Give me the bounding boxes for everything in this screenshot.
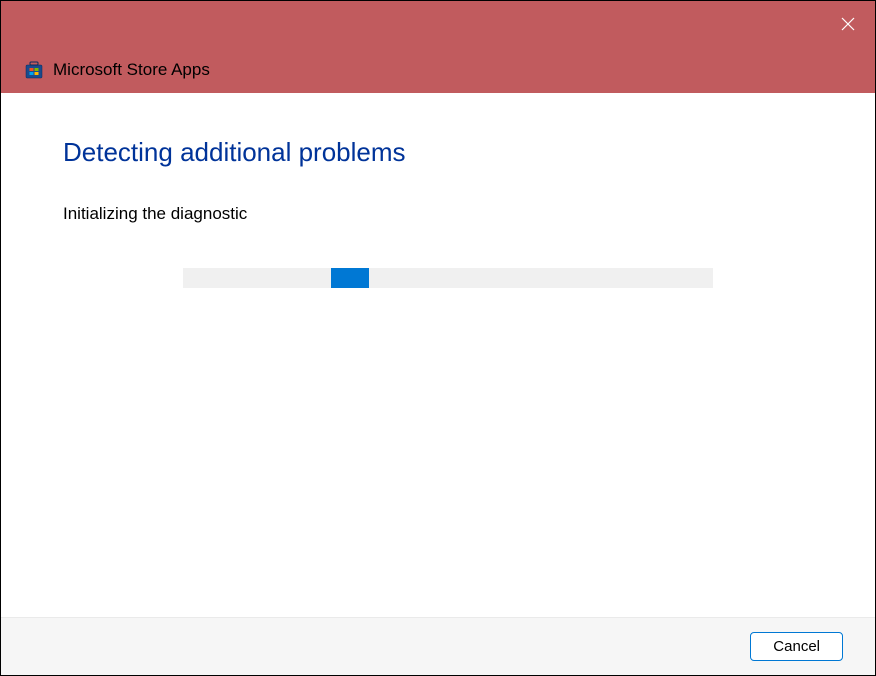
titlebar-title-row: Microsoft Store Apps — [1, 47, 875, 93]
window-title: Microsoft Store Apps — [53, 60, 210, 80]
progress-indicator — [331, 268, 369, 288]
status-text: Initializing the diagnostic — [63, 204, 813, 224]
troubleshooter-window: Microsoft Store Apps Detecting additiona… — [0, 0, 876, 676]
titlebar-controls — [1, 1, 875, 47]
titlebar: Microsoft Store Apps — [1, 1, 875, 93]
close-button[interactable] — [825, 5, 871, 43]
microsoft-store-icon — [25, 61, 43, 79]
close-icon — [841, 17, 855, 31]
page-heading: Detecting additional problems — [63, 137, 813, 168]
cancel-button[interactable]: Cancel — [750, 632, 843, 661]
footer: Cancel — [1, 617, 875, 675]
content-area: Detecting additional problems Initializi… — [1, 93, 875, 617]
progress-bar — [183, 268, 713, 288]
